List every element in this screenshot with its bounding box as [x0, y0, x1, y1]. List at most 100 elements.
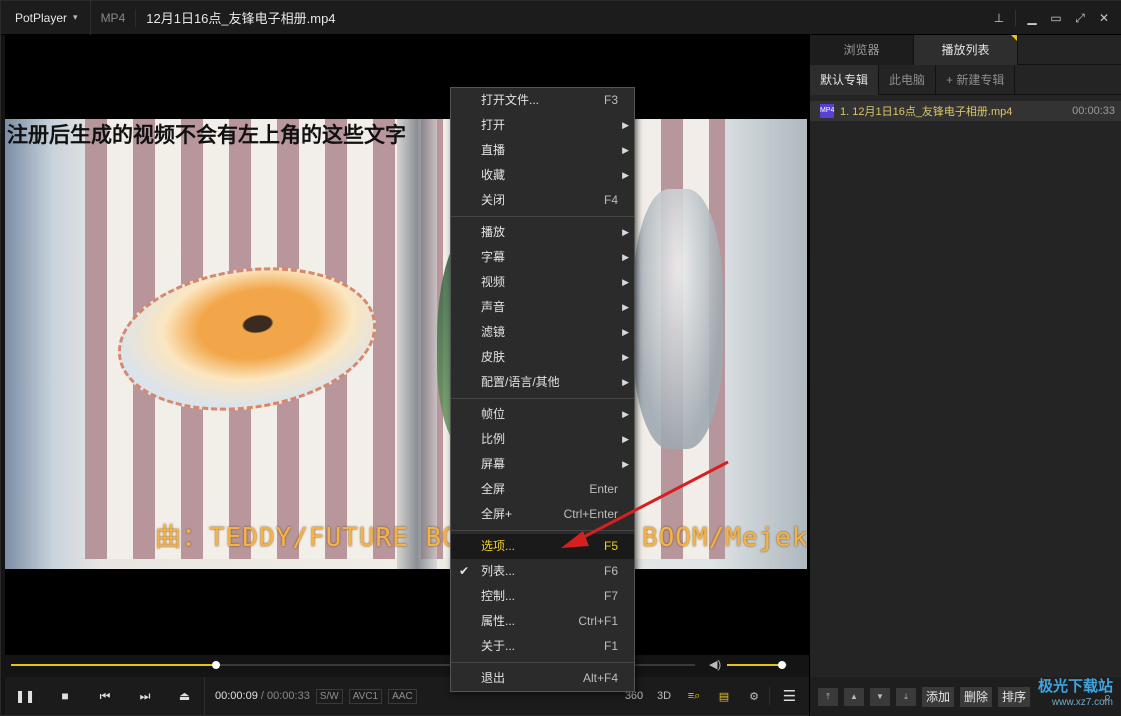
menu-item[interactable]: 收藏 ▶ [451, 163, 634, 188]
right-controls: 360 3D ≡⌕ ▤ ⚙ ☰ [619, 677, 809, 715]
app-menu-button[interactable]: PotPlayer ▾ [1, 0, 91, 35]
menu-item[interactable]: 配置/语言/其他 ▶ [451, 370, 634, 395]
window-title: 12月1日16点_友锋电子相册.mp4 [146, 11, 336, 26]
move-down-icon[interactable]: ▼ [870, 688, 890, 706]
menu-icon[interactable]: ☰ [769, 687, 809, 705]
playlist-item[interactable]: MP4 1. 12月1日16点_友锋电子相册.mp4 00:00:33 [810, 101, 1121, 121]
pause-button[interactable]: ❚❚ [5, 677, 45, 715]
menu-item-label: 关于... [481, 639, 516, 653]
menu-item[interactable]: 控制... F7 [451, 584, 634, 609]
menu-item-label: 选项... [481, 539, 516, 553]
menu-item[interactable]: 皮肤 ▶ [451, 345, 634, 370]
seek-handle[interactable] [212, 661, 221, 669]
menu-item-label: 退出 [481, 671, 506, 685]
menu-item[interactable]: 播放 ▶ [451, 220, 634, 245]
time-separator: / [260, 690, 264, 702]
menu-item-label: 收藏 [481, 168, 506, 182]
menu-item[interactable]: 滤镜 ▶ [451, 320, 634, 345]
album-tabs: 默认专辑 此电脑 + 新建专辑 [810, 65, 1121, 95]
submenu-arrow-icon: ▶ [622, 302, 629, 312]
move-top-icon[interactable]: ⤒ [818, 688, 838, 706]
time-display: 00:00:09 / 00:00:33 [205, 690, 310, 702]
mp4-file-icon: MP4 [820, 104, 834, 118]
playlist-item-name: 1. 12月1日16点_友锋电子相册.mp4 [840, 106, 1013, 118]
volume-slider[interactable] [727, 661, 787, 669]
album-default[interactable]: 默认专辑 [810, 65, 880, 95]
menu-item[interactable]: 直播 ▶ [451, 138, 634, 163]
tag-video-codec[interactable]: AVC1 [348, 688, 383, 704]
menu-item[interactable]: 选项... F5 [451, 534, 634, 559]
submenu-arrow-icon: ▶ [622, 377, 629, 387]
close-icon[interactable]: ✕ [1092, 11, 1116, 25]
volume-handle[interactable] [777, 661, 786, 669]
menu-item-label: 皮肤 [481, 350, 506, 364]
menu-item-label: 全屏 [481, 482, 506, 496]
submenu-arrow-icon: ▶ [622, 227, 629, 237]
menu-item-shortcut: F1 [603, 639, 618, 653]
menu-item[interactable]: 全屏 Enter [451, 477, 634, 502]
menu-item[interactable]: 帧位 ▶ [451, 402, 634, 427]
window-controls: ⊥ ▁ ▭ ⤢ ✕ [987, 1, 1116, 35]
next-button[interactable]: ⏭ [125, 677, 165, 715]
menu-item-label: 打开 [481, 118, 506, 132]
album-new[interactable]: + 新建专辑 [936, 65, 1016, 95]
tag-audio-codec[interactable]: AAC [388, 688, 417, 704]
eject-button[interactable]: ⏏ [165, 677, 205, 715]
menu-item-shortcut: Ctrl+Enter [563, 507, 618, 521]
previous-icon: ⏮ [99, 688, 111, 703]
menu-separator [451, 662, 634, 663]
menu-item[interactable]: 屏幕 ▶ [451, 452, 634, 477]
sort-button[interactable]: 排序 [998, 687, 1031, 707]
menu-item[interactable]: 视频 ▶ [451, 270, 634, 295]
menu-item-label: 配置/语言/其他 [481, 375, 560, 389]
menu-item[interactable]: 关于... F1 [451, 634, 634, 659]
menu-item[interactable]: 属性... Ctrl+F1 [451, 609, 634, 634]
volume-icon[interactable]: ◀) [709, 658, 721, 671]
submenu-arrow-icon: ▶ [622, 327, 629, 337]
settings-gear-icon[interactable]: ⚙ [739, 690, 769, 703]
move-bottom-icon[interactable]: ⤓ [896, 688, 916, 706]
menu-item[interactable]: 比例 ▶ [451, 427, 634, 452]
delete-button[interactable]: 删除 [960, 687, 993, 707]
previous-button[interactable]: ⏮ [85, 677, 125, 715]
pin-icon[interactable]: ⊥ [987, 11, 1011, 25]
move-up-icon[interactable]: ▲ [844, 688, 864, 706]
app-name: PotPlayer [15, 10, 68, 25]
add-button[interactable]: 添加 [922, 687, 955, 707]
tag-sw[interactable]: S/W [315, 688, 343, 704]
tab-browser[interactable]: 浏览器 [810, 35, 914, 65]
menu-item-shortcut: Ctrl+F1 [578, 614, 618, 628]
subtitle-icon[interactable]: ▤ [709, 690, 739, 703]
panel-tabs: 浏览器 播放列表 [810, 35, 1121, 65]
menu-item-label: 控制... [481, 589, 516, 603]
minimize-icon[interactable]: ▁ [1020, 11, 1044, 25]
video-frame: 注册后生成的视频不会有左上角的这些文字 曲：TEDDY/FUTURE BOUNC… [5, 119, 807, 569]
menu-item[interactable]: 全屏+ Ctrl+Enter [451, 502, 634, 527]
menu-item[interactable]: ✔ 列表... F6 [451, 559, 634, 584]
submenu-arrow-icon: ▶ [622, 145, 629, 155]
menu-item[interactable]: 打开 ▶ [451, 113, 634, 138]
menu-item[interactable]: 声音 ▶ [451, 295, 634, 320]
menu-item[interactable]: 字幕 ▶ [451, 245, 634, 270]
fullscreen-icon[interactable]: ⤢ [1068, 11, 1092, 26]
menu-item[interactable]: 打开文件... F3 [451, 88, 634, 113]
menu-item[interactable]: 关闭 F4 [451, 188, 634, 213]
volume-level [727, 664, 782, 666]
menu-item[interactable]: 退出 Alt+F4 [451, 666, 634, 691]
album-this-pc[interactable]: 此电脑 [879, 65, 937, 95]
subtitle-search-icon[interactable]: ≡⌕ [679, 690, 709, 703]
menu-item-shortcut: F4 [603, 193, 618, 207]
seek-row: ◀) [5, 655, 809, 677]
watermark-sub: www.xz7.com [1051, 697, 1113, 708]
format-label: MP4 [91, 8, 137, 27]
menu-item-label: 打开文件... [481, 93, 540, 107]
menu-separator [451, 398, 634, 399]
3d-button[interactable]: 3D [649, 690, 679, 702]
stop-button[interactable]: ■ [45, 677, 85, 715]
tab-playlist[interactable]: 播放列表 [914, 35, 1018, 65]
video-pole [397, 119, 437, 569]
menu-item-shortcut: F7 [603, 589, 618, 603]
video-area[interactable]: 注册后生成的视频不会有左上角的这些文字 曲：TEDDY/FUTURE BOUNC… [5, 35, 809, 655]
maximize-icon[interactable]: ▭ [1044, 11, 1068, 25]
potplayer-window: PotPlayer ▾ MP4 12月1日16点_友锋电子相册.mp4 ⊥ ▁ … [0, 0, 1121, 716]
